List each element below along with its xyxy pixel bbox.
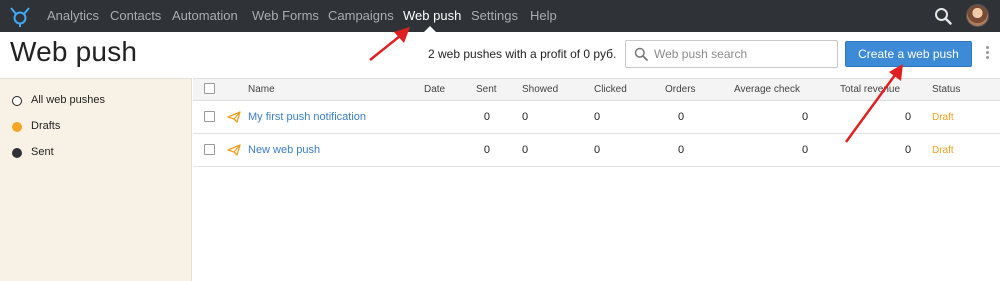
sidebar-item-label: Sent <box>31 146 54 158</box>
dot-icon <box>12 122 22 132</box>
page-title: Web push <box>10 36 138 67</box>
column-header-date[interactable]: Date <box>424 84 445 95</box>
nav-item-settings[interactable]: Settings <box>471 0 518 32</box>
table-header: Name Date Sent Showed Clicked Orders Ave… <box>193 79 1000 101</box>
active-tab-indicator <box>424 26 436 32</box>
column-header-sent[interactable]: Sent <box>476 84 497 95</box>
search-input[interactable] <box>654 45 834 63</box>
column-header-clicked[interactable]: Clicked <box>594 84 627 95</box>
select-all-checkbox[interactable] <box>204 83 215 94</box>
column-header-status[interactable]: Status <box>932 84 960 95</box>
nav-item-analytics[interactable]: Analytics <box>47 0 99 32</box>
kebab-menu-icon[interactable] <box>984 46 990 62</box>
table-row[interactable]: My first push notification 0 0 0 0 0 0 D… <box>193 101 1000 134</box>
column-header-name[interactable]: Name <box>248 84 275 95</box>
nav-item-automation[interactable]: Automation <box>172 0 238 32</box>
cell-average-check: 0 <box>802 111 809 123</box>
create-web-push-button[interactable]: Create a web push <box>845 41 972 67</box>
cell-total-revenue: 0 <box>905 111 912 123</box>
dot-icon <box>12 96 22 106</box>
push-name-link[interactable]: New web push <box>248 144 320 156</box>
row-checkbox[interactable] <box>204 111 215 122</box>
cell-sent: 0 <box>483 144 490 156</box>
push-name-link[interactable]: My first push notification <box>248 111 366 123</box>
sidebar-item-label: Drafts <box>31 120 61 132</box>
cell-orders: 0 <box>678 111 685 123</box>
status-badge: Draft <box>932 112 954 123</box>
cell-total-revenue: 0 <box>905 144 912 156</box>
top-navigation-bar: Analytics Contacts Automation Web Forms … <box>0 0 1000 32</box>
nav-item-campaigns[interactable]: Campaigns <box>328 0 394 32</box>
web-push-table: Name Date Sent Showed Clicked Orders Ave… <box>193 78 1000 281</box>
avatar[interactable] <box>966 4 989 27</box>
cell-sent: 0 <box>483 111 490 123</box>
dot-icon <box>12 148 22 158</box>
status-badge: Draft <box>932 145 954 156</box>
paper-plane-icon <box>227 144 241 156</box>
sidebar: All web pushes Drafts Sent <box>0 78 192 281</box>
nav-item-help[interactable]: Help <box>530 0 557 32</box>
paper-plane-icon <box>227 111 241 123</box>
search-icon[interactable] <box>934 7 952 25</box>
web-push-summary: 2 web pushes with a profit of 0 руб. <box>428 47 617 61</box>
cell-showed: 0 <box>522 144 529 156</box>
column-header-average-check[interactable]: Average check <box>734 84 800 95</box>
logo-icon[interactable] <box>8 5 32 27</box>
sidebar-item-label: All web pushes <box>31 94 105 106</box>
row-checkbox[interactable] <box>204 144 215 155</box>
cell-showed: 0 <box>522 111 529 123</box>
cell-clicked: 0 <box>594 111 601 123</box>
web-push-search-box[interactable] <box>625 40 838 68</box>
column-header-total-revenue[interactable]: Total revenue <box>840 84 900 95</box>
nav-item-web-forms[interactable]: Web Forms <box>252 0 319 32</box>
column-header-orders[interactable]: Orders <box>665 84 696 95</box>
cell-average-check: 0 <box>802 144 809 156</box>
cell-clicked: 0 <box>594 144 601 156</box>
cell-orders: 0 <box>678 144 685 156</box>
column-header-showed[interactable]: Showed <box>522 84 558 95</box>
search-icon <box>634 47 648 61</box>
table-row[interactable]: New web push 0 0 0 0 0 0 Draft <box>193 134 1000 167</box>
nav-item-contacts[interactable]: Contacts <box>110 0 161 32</box>
